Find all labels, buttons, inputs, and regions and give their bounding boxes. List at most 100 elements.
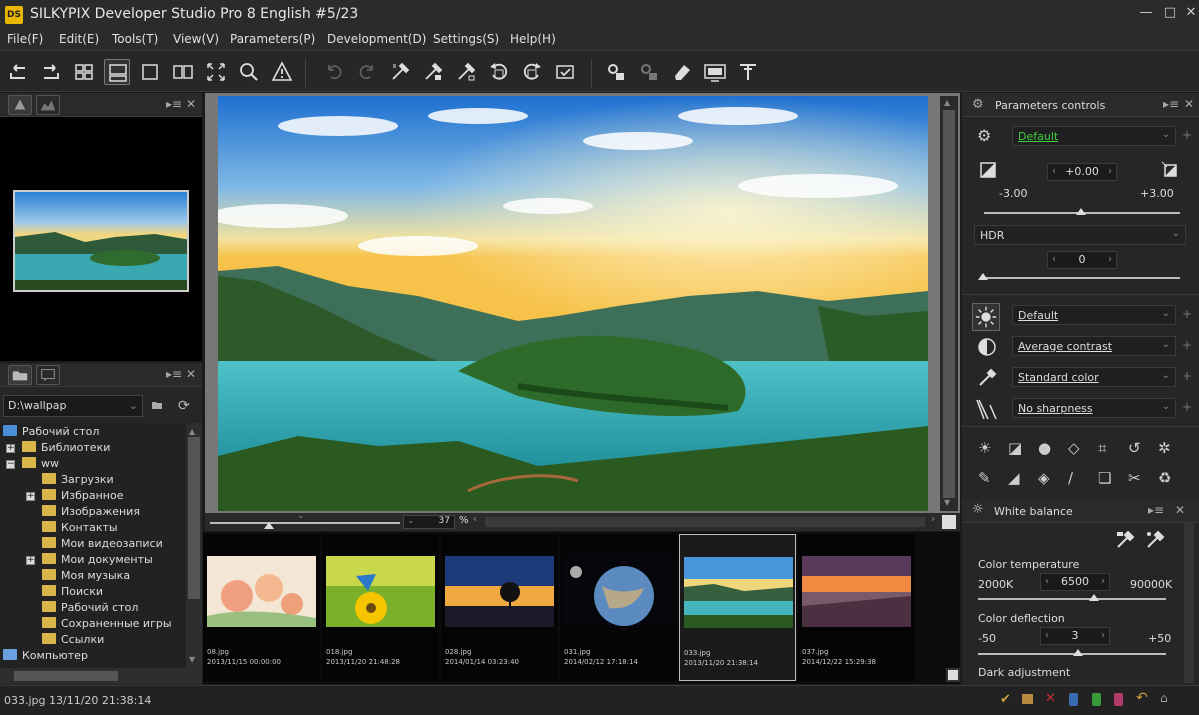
add-contrast-icon[interactable]: + (1182, 338, 1192, 352)
wb-gray-picker-icon[interactable] (1144, 529, 1166, 551)
tree-expander-icon[interactable]: + (26, 492, 35, 501)
temperature-slider-thumb[interactable] (1089, 594, 1099, 601)
menu-view[interactable]: View(V) (173, 32, 219, 46)
menu-file[interactable]: File(F) (7, 32, 43, 46)
fit-icon[interactable] (942, 515, 956, 529)
menu-development[interactable]: Development(D) (327, 32, 426, 46)
deflection-slider-thumb[interactable] (1073, 649, 1083, 656)
menu-settings[interactable]: Settings(S) (433, 32, 499, 46)
menu-parameters[interactable]: Parameters(P) (230, 32, 315, 46)
close-button[interactable]: ✕ (1181, 4, 1199, 22)
main-preview-image[interactable] (218, 96, 928, 511)
brush-icon[interactable]: ∕ (1068, 469, 1073, 487)
tree-item[interactable]: Компьютер (3, 649, 88, 665)
filmstrip-item[interactable]: 018.jpg 2013/11/20 21:48:28 (322, 534, 439, 681)
recycle-icon[interactable]: ♻ (1158, 469, 1171, 487)
refresh-icon[interactable]: ⟳ (178, 398, 194, 414)
develop-icon[interactable] (603, 59, 629, 85)
menu-help[interactable]: Help(H) (510, 32, 556, 46)
filmstrip-item[interactable]: 028.jpg 2014/01/14 03:23:40 (441, 534, 558, 681)
folder-icon[interactable] (1022, 694, 1033, 704)
zoom-combo[interactable]: ⌄ 37 (403, 515, 455, 529)
compare-view-icon[interactable] (170, 59, 196, 85)
chevron-left-icon[interactable]: ‹ (1052, 164, 1056, 180)
rotate-right-icon[interactable] (519, 59, 545, 85)
gradient-icon[interactable]: ◢ (1008, 469, 1020, 487)
layers-icon[interactable]: ❏ (1098, 469, 1111, 487)
tree-item[interactable]: ww (22, 457, 59, 473)
chevron-left-icon[interactable]: ‹ (1052, 252, 1056, 268)
menu-tools[interactable]: Tools(T) (112, 32, 158, 46)
zoom-icon[interactable] (236, 59, 262, 85)
tone-icon[interactable] (972, 303, 1000, 331)
panel-close-icon[interactable]: ✕ (186, 97, 196, 111)
tone-curve-icon[interactable]: ◪ (1008, 439, 1022, 457)
chevron-right-icon[interactable]: › (1101, 628, 1105, 644)
temperature-slider[interactable] (978, 598, 1166, 600)
chevron-right-icon[interactable]: › (1108, 252, 1112, 268)
tree-item[interactable]: Поиски (42, 585, 103, 601)
sharpness-select[interactable]: No sharpness ⌄ (1012, 398, 1176, 418)
green-tag-icon[interactable] (1092, 693, 1101, 706)
tree-item[interactable]: Библиотеки (22, 441, 110, 457)
minimize-button[interactable]: — (1136, 4, 1156, 22)
thumbnail-grid-icon[interactable] (71, 59, 97, 85)
fish-eye-icon[interactable]: ◈ (1038, 469, 1050, 487)
hdr-select[interactable]: HDR ⌄ (974, 225, 1186, 245)
zoom-slider-thumb[interactable] (264, 522, 274, 529)
filmstrip-item[interactable]: 033.jpg 2013/11/20 21:38:14 (679, 534, 796, 681)
folder-tab-icon[interactable] (8, 365, 32, 385)
hdr-slider-thumb[interactable] (978, 273, 988, 280)
tree-expander-icon[interactable]: + (26, 556, 35, 565)
check-icon[interactable] (552, 59, 578, 85)
navigator-tab-icon[interactable] (8, 95, 32, 115)
paste-params-icon[interactable] (387, 59, 413, 85)
taste-gear-icon[interactable]: ⚙ (977, 126, 991, 145)
fill-icon[interactable]: ◇ (1068, 439, 1080, 457)
add-sharpness-icon[interactable]: + (1182, 400, 1192, 414)
contrast-select[interactable]: Average contrast ⌄ (1012, 336, 1176, 356)
panel-menu-icon[interactable]: ▸≡ (1163, 97, 1179, 111)
exposure-slider-thumb[interactable] (1076, 208, 1086, 215)
menu-edit[interactable]: Edit(E) (59, 32, 99, 46)
reject-icon[interactable]: ✕ (1045, 691, 1056, 706)
ok-check-icon[interactable]: ✔ (1000, 692, 1011, 707)
tree-item[interactable]: Избранное (42, 489, 123, 505)
temperature-spinner[interactable]: ‹ 6500 › (1040, 573, 1110, 591)
auto-exposure-icon[interactable] (1160, 160, 1182, 182)
color-select[interactable]: Standard color ⌄ (1012, 367, 1176, 387)
add-color-icon[interactable]: + (1182, 369, 1192, 383)
tree-item[interactable]: Контакты (42, 521, 118, 537)
contrast-icon[interactable] (976, 336, 998, 358)
prev-icon[interactable] (5, 59, 31, 85)
filmstrip-item[interactable]: 08.jpg 2013/11/15 00:00:00 (203, 534, 320, 681)
paste-all-icon[interactable] (453, 59, 479, 85)
tree-expander-icon[interactable]: + (6, 444, 15, 453)
magenta-tag-icon[interactable] (1114, 693, 1123, 706)
tree-horizontal-scrollbar[interactable] (0, 668, 202, 684)
chevron-right-icon[interactable]: › (931, 514, 935, 525)
filmstrip-item[interactable]: 037.jpg 2014/12/22 15:29:38 (798, 534, 915, 681)
panel-menu-icon[interactable]: ▸≡ (166, 367, 182, 381)
chevron-left-icon[interactable]: ‹ (1045, 574, 1049, 590)
tool-icon[interactable] (735, 59, 761, 85)
tag-icon[interactable]: ⌂ (1160, 691, 1168, 705)
tree-item[interactable]: Моя музыка (42, 569, 130, 585)
chevron-left-icon[interactable]: ‹ (1045, 628, 1049, 644)
rotate-icon[interactable]: ↺ (1128, 439, 1141, 457)
chevron-right-icon[interactable]: › (1108, 164, 1112, 180)
navigator-thumbnail[interactable] (13, 190, 189, 292)
redo-icon[interactable] (354, 59, 380, 85)
panel-menu-icon[interactable]: ▸≡ (166, 97, 182, 111)
hdr-spinner[interactable]: ‹ 0 › (1047, 251, 1117, 269)
gear-cluster-icon[interactable]: ✲ (1158, 439, 1171, 457)
exposure-spinner[interactable]: ‹ +0.00 › (1047, 163, 1117, 181)
chevron-right-icon[interactable]: › (1101, 574, 1105, 590)
tree-item[interactable]: Рабочий стол (42, 601, 138, 617)
color-sphere-icon[interactable]: ● (1038, 439, 1051, 457)
tree-item[interactable]: Ссылки (42, 633, 104, 649)
fullscreen-icon[interactable] (203, 59, 229, 85)
single-view-icon[interactable] (137, 59, 163, 85)
panel-close-icon[interactable]: ✕ (1184, 97, 1194, 111)
blue-tag-icon[interactable] (1069, 693, 1078, 706)
